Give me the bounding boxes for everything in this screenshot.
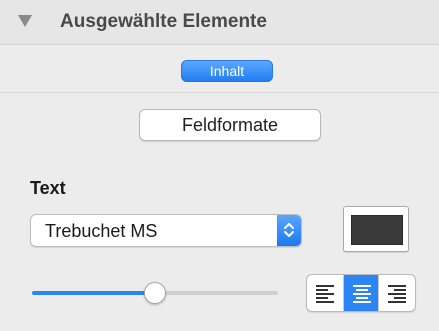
slider-thumb[interactable] xyxy=(144,282,166,304)
font-select-value: Trebuchet MS xyxy=(45,221,158,241)
alignment-control xyxy=(306,274,416,312)
font-size-slider[interactable] xyxy=(32,282,278,304)
feldformate-button[interactable]: Feldformate xyxy=(139,109,321,141)
up-down-arrows-icon xyxy=(284,223,294,237)
align-right-icon xyxy=(388,285,406,303)
align-left-icon xyxy=(316,285,334,303)
section-title: Ausgewählte Elemente xyxy=(60,11,267,32)
text-color-swatch xyxy=(351,215,403,245)
align-center-button[interactable] xyxy=(343,275,379,311)
align-right-button[interactable] xyxy=(379,275,415,311)
slider-fill xyxy=(32,291,155,295)
divider xyxy=(0,92,439,93)
disclosure-triangle-icon[interactable] xyxy=(18,15,32,27)
align-left-button[interactable] xyxy=(307,275,343,311)
align-center-icon xyxy=(353,285,371,303)
text-color-well[interactable] xyxy=(343,206,409,252)
select-stepper[interactable] xyxy=(277,215,301,246)
tab-inhalt[interactable]: Inhalt xyxy=(181,60,273,82)
font-select[interactable]: Trebuchet MS xyxy=(30,214,302,247)
text-section-title: Text xyxy=(30,178,66,198)
inspector-panel: Ausgewählte Elemente Inhalt Feldformate … xyxy=(0,0,439,331)
section-header[interactable]: Ausgewählte Elemente xyxy=(0,0,439,45)
